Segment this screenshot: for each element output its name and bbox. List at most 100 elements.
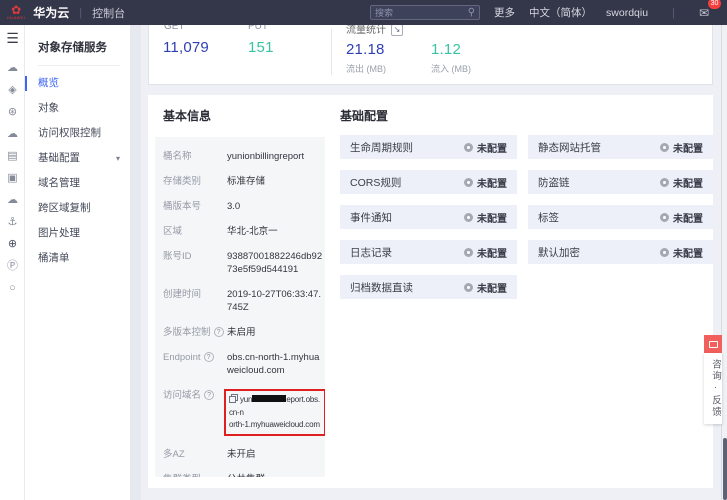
- feedback-chat-icon[interactable]: [704, 335, 722, 353]
- window-scrollbar[interactable]: [721, 25, 727, 500]
- globe-icon[interactable]: ⊕: [0, 233, 25, 255]
- put-value: 151: [248, 39, 274, 56]
- console-link[interactable]: 控制台: [92, 5, 125, 21]
- info-label-text: 访问域名: [163, 390, 201, 401]
- info-value: 公共集群: [227, 473, 323, 477]
- info-label: 多版本控制?: [163, 326, 227, 339]
- more-menu[interactable]: 更多: [494, 5, 515, 20]
- help-icon[interactable]: ?: [204, 390, 214, 400]
- language-switcher[interactable]: 中文（简体）: [529, 5, 592, 20]
- info-value: 未启用: [227, 326, 323, 339]
- status-badge: 未配置: [673, 210, 703, 225]
- info-row-versioning: 多版本控制? 未启用: [163, 326, 325, 339]
- nav-separator: |: [79, 7, 82, 19]
- cloud-service-icon[interactable]: ☁: [0, 57, 25, 79]
- sidebar-item-overview[interactable]: 概览: [25, 71, 130, 96]
- info-row-bucket-version: 桶版本号 3.0: [163, 200, 325, 213]
- search-input[interactable]: [375, 8, 468, 18]
- config-card-event-notification[interactable]: 事件通知 未配置: [340, 205, 517, 229]
- status-dot-icon: [660, 178, 669, 187]
- info-row-account-id: 账号ID 93887001882246db9273e5f59d544191: [163, 250, 325, 276]
- network-icon[interactable]: ⊛: [0, 101, 25, 123]
- circle-icon[interactable]: ○: [0, 277, 25, 299]
- scrollbar-thumb[interactable]: [723, 438, 727, 500]
- brand-name[interactable]: 华为云: [33, 4, 69, 21]
- copy-icon[interactable]: [229, 394, 238, 407]
- status-dot-icon: [464, 248, 473, 257]
- traffic-out-label: 流出 (MB): [346, 62, 386, 75]
- config-card-static-website[interactable]: 静态网站托管 未配置: [528, 135, 713, 159]
- info-row-storage-class: 存储类别 标准存储: [163, 175, 325, 188]
- info-label: 区域: [163, 225, 227, 238]
- info-value: 3.0: [227, 200, 323, 213]
- parking-icon[interactable]: Ⓟ: [0, 255, 25, 277]
- traffic-out-value: 21.18: [346, 41, 385, 58]
- search-box[interactable]: ⚲: [370, 5, 480, 20]
- help-icon[interactable]: ?: [204, 352, 214, 362]
- sidebar-item-objects[interactable]: 对象: [25, 96, 130, 121]
- feedback-label[interactable]: 咨询·反馈: [704, 353, 722, 424]
- status-dot-icon: [660, 248, 669, 257]
- status-badge: 未配置: [477, 245, 507, 260]
- anchor-icon[interactable]: ⚓: [0, 211, 25, 233]
- info-value: 2019-10-27T06:33:47.745Z: [227, 288, 323, 314]
- info-row-multi-az: 多AZ 未开启: [163, 448, 325, 461]
- sidebar-scroll-gutter[interactable]: [130, 25, 141, 500]
- chevron-down-icon[interactable]: ▾: [116, 146, 120, 171]
- help-icon[interactable]: ?: [214, 327, 224, 337]
- sidebar-item-bucket-inventory[interactable]: 桶清单: [25, 246, 130, 271]
- config-card-label: 静态网站托管: [538, 140, 660, 155]
- get-label: GET: [164, 25, 185, 32]
- sidebar-item-permissions[interactable]: 访问权限控制: [25, 121, 130, 146]
- status-badge: 未配置: [673, 175, 703, 190]
- sidebar-divider: [38, 65, 120, 66]
- config-card-default-encryption[interactable]: 默认加密 未配置: [528, 240, 713, 264]
- config-column-left: 生命周期规则 未配置 CORS规则 未配置 事件通知 未配置 日志记录 未配置 …: [340, 135, 517, 310]
- basic-info-box: 桶名称 yunionbillingreport 存储类别 标准存储 桶版本号 3…: [155, 137, 325, 477]
- config-card-cors[interactable]: CORS规则 未配置: [340, 170, 517, 194]
- sidebar-item-domain-mgmt[interactable]: 域名管理: [25, 171, 130, 196]
- cloud-storage-icon[interactable]: ☁: [0, 123, 25, 145]
- info-label-text: Endpoint: [163, 352, 201, 363]
- overview-card: 基本信息 基础配置 桶名称 yunionbillingreport 存储类别 标…: [148, 95, 713, 488]
- expand-icon[interactable]: ↘: [391, 25, 403, 36]
- stats-divider: [331, 29, 332, 75]
- main-content: GET 11,079 PUT 151 流量统计↘ 21.18 流出 (MB) 1…: [141, 25, 721, 500]
- username[interactable]: swordqiu: [606, 7, 648, 19]
- search-icon[interactable]: ⚲: [468, 7, 475, 18]
- hamburger-menu-icon[interactable]: ☰: [0, 30, 25, 47]
- sidebar-item-image-processing[interactable]: 图片处理: [25, 221, 130, 246]
- info-row-cluster-type: 集群类型 公共集群: [163, 473, 325, 477]
- app-root: ✿ HUAWEI 华为云 | 控制台 ⚲ 更多 中文（简体） swordqiu …: [0, 0, 727, 500]
- redaction-bar: [252, 395, 286, 402]
- status-badge: 未配置: [477, 140, 507, 155]
- config-card-hotlink-protection[interactable]: 防盗链 未配置: [528, 170, 713, 194]
- status-badge: 未配置: [673, 140, 703, 155]
- document-icon[interactable]: ▤: [0, 145, 25, 167]
- config-card-logging[interactable]: 日志记录 未配置: [340, 240, 517, 264]
- user-group-icon[interactable]: ◈: [0, 79, 25, 101]
- image-service-icon[interactable]: ▣: [0, 167, 25, 189]
- info-label: 桶名称: [163, 150, 227, 163]
- status-dot-icon: [464, 143, 473, 152]
- info-label: 创建时间: [163, 288, 227, 314]
- config-column-right: 静态网站托管 未配置 防盗链 未配置 标签 未配置 默认加密 未配置: [528, 135, 713, 275]
- config-card-label: 归档数据直读: [350, 280, 464, 295]
- sidebar-item-basic-config[interactable]: 基础配置 ▾: [25, 146, 130, 171]
- sidebar-item-cross-region[interactable]: 跨区域复制: [25, 196, 130, 221]
- put-label: PUT: [248, 25, 268, 32]
- messages-button[interactable]: ✉ 30: [699, 4, 717, 22]
- status-badge: 未配置: [477, 210, 507, 225]
- cloud-download-icon[interactable]: ☁: [0, 189, 25, 211]
- status-dot-icon: [464, 178, 473, 187]
- config-card-tags[interactable]: 标签 未配置: [528, 205, 713, 229]
- config-card-lifecycle[interactable]: 生命周期规则 未配置: [340, 135, 517, 159]
- config-card-label: 默认加密: [538, 245, 660, 260]
- config-card-label: 防盗链: [538, 175, 660, 190]
- feedback-tab[interactable]: 咨询·反馈: [704, 335, 722, 424]
- huawei-logo[interactable]: ✿ HUAWEI: [7, 5, 25, 20]
- sidebar: 对象存储服务 概览 对象 访问权限控制 基础配置 ▾ 域名管理 跨区域复制 图片…: [25, 25, 130, 500]
- config-card-archive-direct-read[interactable]: 归档数据直读 未配置: [340, 275, 517, 299]
- nav-separator-2: |: [672, 7, 675, 19]
- info-value: 93887001882246db9273e5f59d544191: [227, 250, 323, 276]
